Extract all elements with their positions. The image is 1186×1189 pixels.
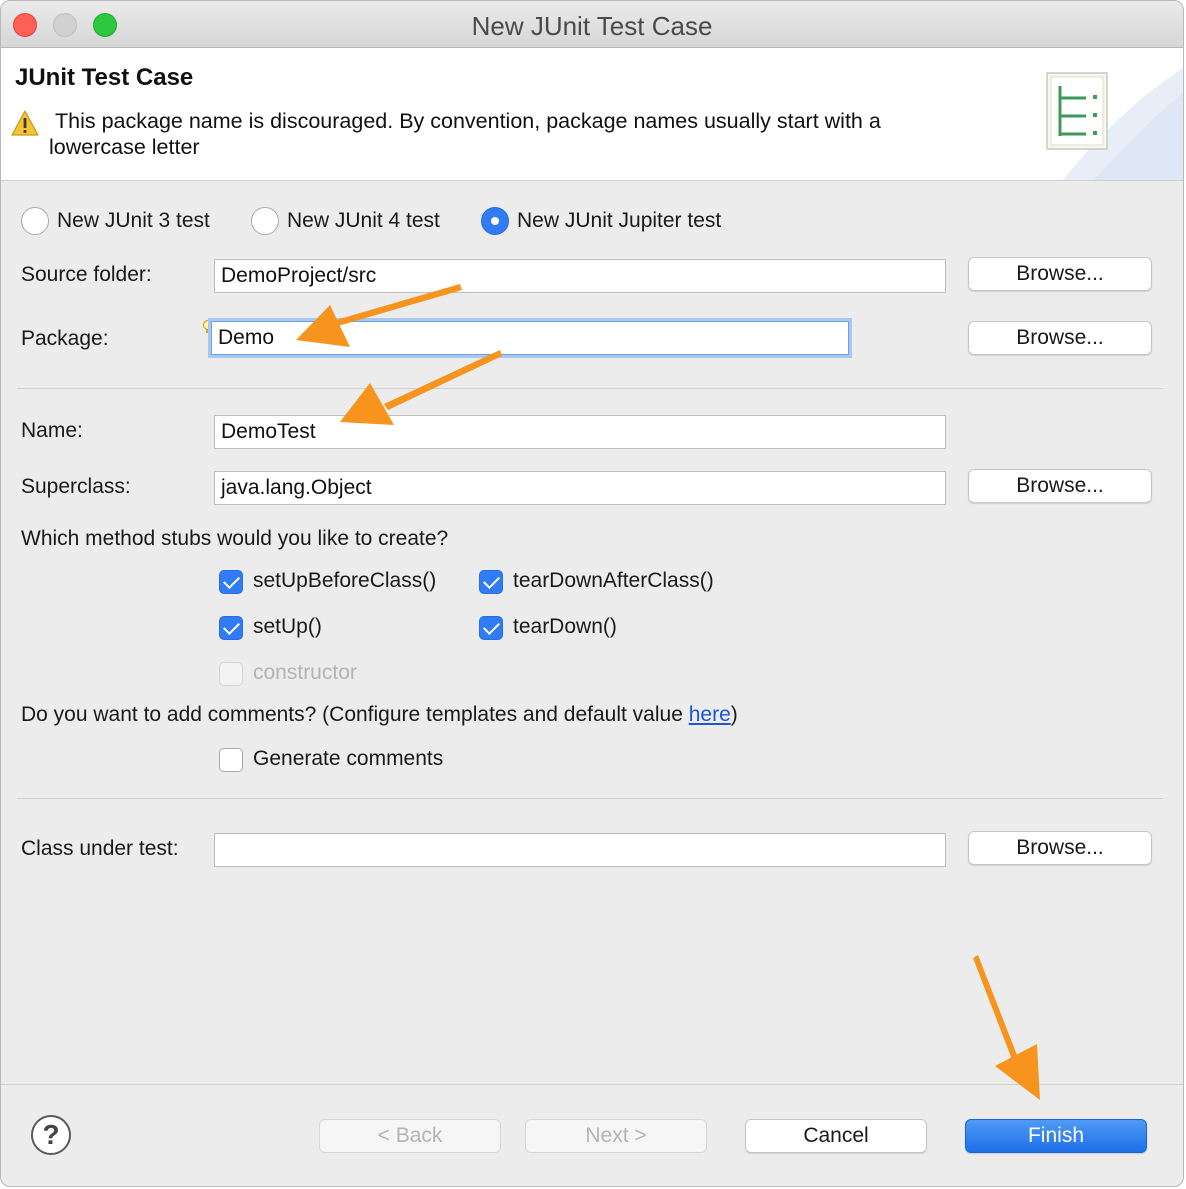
name-label: Name: <box>21 419 83 442</box>
next-button: Next > <box>525 1119 707 1153</box>
source-folder-label: Source folder: <box>21 263 152 286</box>
help-icon[interactable]: ? <box>31 1115 71 1155</box>
back-button: < Back <box>319 1119 501 1153</box>
junit3-radio[interactable] <box>21 207 49 235</box>
title-bar: New JUnit Test Case <box>1 1 1183 48</box>
warning-icon <box>11 110 39 136</box>
source-folder-input[interactable]: DemoProject/src <box>214 259 946 293</box>
warning-message-line1: This package name is discouraged. By con… <box>55 109 881 133</box>
wizard-page-title: JUnit Test Case <box>15 64 194 91</box>
setup-before-class-checkbox[interactable] <box>219 570 243 594</box>
junit4-radio-label[interactable]: New JUnit 4 test <box>287 209 440 233</box>
constructor-checkbox <box>219 662 243 686</box>
separator-2 <box>17 798 1163 799</box>
separator-1 <box>17 388 1163 389</box>
setup-checkbox[interactable] <box>219 616 243 640</box>
class-under-test-browse-button[interactable]: Browse... <box>968 831 1152 865</box>
package-browse-button[interactable]: Browse... <box>968 321 1152 355</box>
junit-jupiter-radio-label[interactable]: New JUnit Jupiter test <box>517 209 721 233</box>
package-input[interactable]: Demo <box>211 321 849 355</box>
junit3-radio-label[interactable]: New JUnit 3 test <box>57 209 210 233</box>
teardown-checkbox[interactable] <box>479 616 503 640</box>
footer-separator <box>1 1084 1183 1085</box>
class-under-test-label: Class under test: <box>21 837 179 860</box>
setup-label[interactable]: setUp() <box>253 615 322 639</box>
junit4-radio[interactable] <box>251 207 279 235</box>
configure-templates-link[interactable]: here <box>689 703 731 726</box>
junit-jupiter-radio[interactable] <box>481 207 509 235</box>
package-label: Package: <box>21 327 109 350</box>
teardown-label[interactable]: tearDown() <box>513 615 617 639</box>
generate-comments-label[interactable]: Generate comments <box>253 747 443 771</box>
comments-question: Do you want to add comments? (Configure … <box>21 703 738 727</box>
window-title: New JUnit Test Case <box>471 11 713 41</box>
source-folder-browse-button[interactable]: Browse... <box>968 257 1152 291</box>
warning-message: This package name is discouraged. By con… <box>49 108 1009 160</box>
name-input[interactable]: DemoTest <box>214 415 946 449</box>
generate-comments-checkbox[interactable] <box>219 748 243 772</box>
comments-question-suffix: ) <box>730 703 738 726</box>
teardown-after-class-label[interactable]: tearDownAfterClass() <box>513 569 714 593</box>
teardown-after-class-checkbox[interactable] <box>479 570 503 594</box>
junit-wizard-icon <box>1046 72 1108 150</box>
comments-question-prefix: Do you want to add comments? (Configure … <box>21 703 689 726</box>
method-stubs-question: Which method stubs would you like to cre… <box>21 527 449 550</box>
cancel-button[interactable]: Cancel <box>745 1119 927 1153</box>
superclass-label: Superclass: <box>21 475 131 498</box>
junit-dialog-window: New JUnit Test Case JUnit Test Case This… <box>0 0 1184 1187</box>
class-under-test-input[interactable] <box>214 833 946 867</box>
setup-before-class-label[interactable]: setUpBeforeClass() <box>253 569 436 593</box>
finish-button[interactable]: Finish <box>965 1119 1147 1153</box>
superclass-input[interactable]: java.lang.Object <box>214 471 946 505</box>
superclass-browse-button[interactable]: Browse... <box>968 469 1152 503</box>
wizard-header: JUnit Test Case This package name is dis… <box>1 48 1183 181</box>
warning-message-line2: lowercase letter <box>49 135 200 159</box>
constructor-label: constructor <box>253 661 357 684</box>
